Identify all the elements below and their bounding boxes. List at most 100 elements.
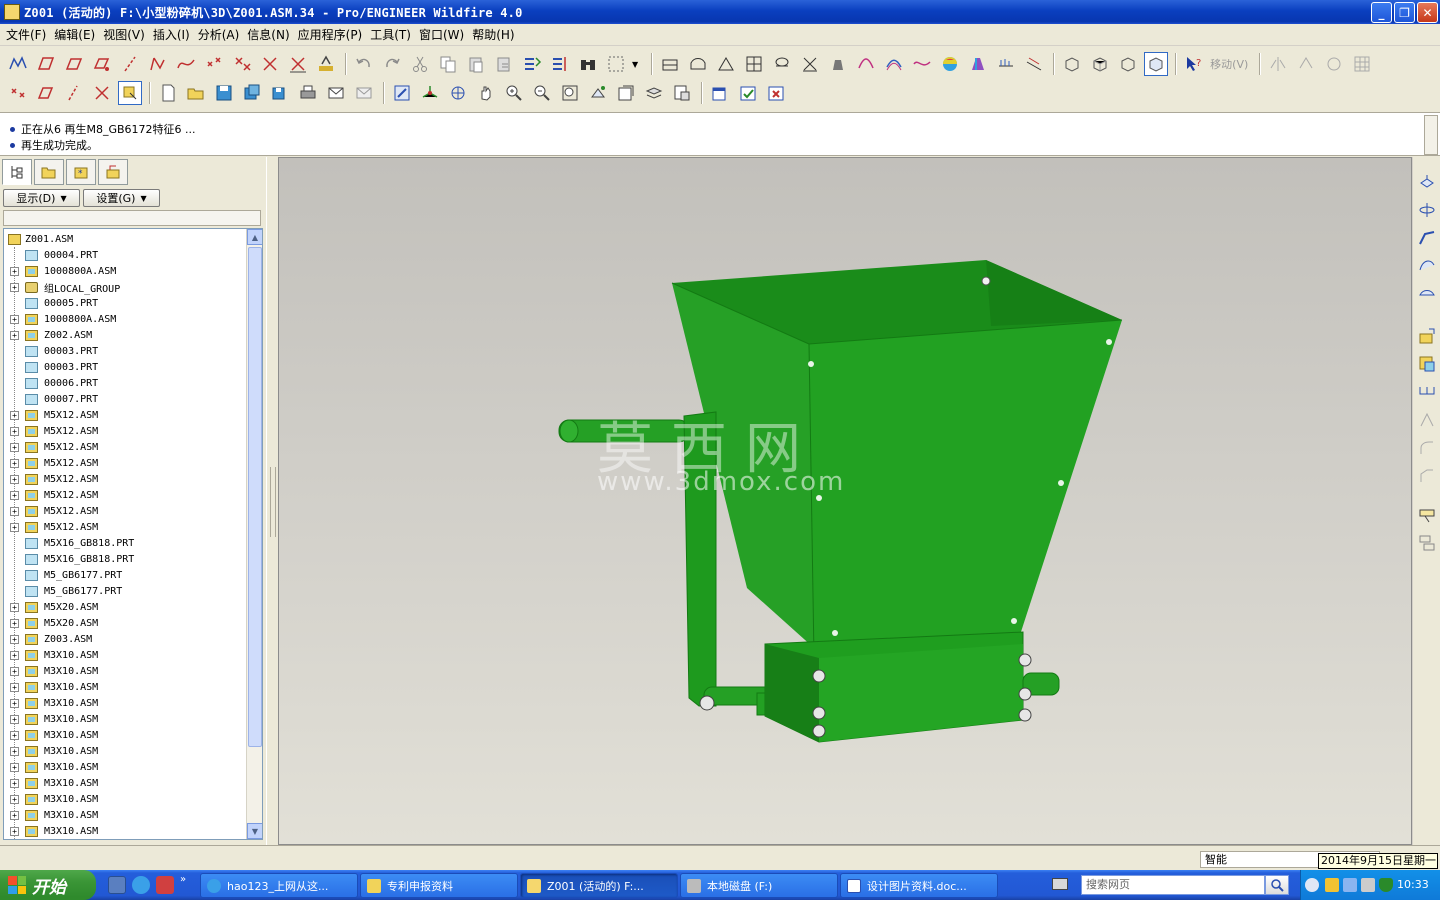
expand-toggle-icon[interactable]: + <box>10 634 19 644</box>
splitter-grip[interactable] <box>270 467 276 537</box>
shell-button[interactable] <box>1416 532 1438 554</box>
tree-item[interactable]: M5X16_GB818.PRT <box>4 551 246 567</box>
task-button-folder[interactable]: 专利申报资料 <box>360 873 518 898</box>
expand-toggle-icon[interactable]: + <box>10 762 19 772</box>
tree-item[interactable]: + Z003.ASM <box>4 631 246 647</box>
expand-toggle-icon[interactable]: + <box>10 426 19 436</box>
restore-button[interactable]: ❐ <box>1394 2 1415 23</box>
tree-item[interactable]: +1000800A.ASM <box>4 311 246 327</box>
expand-toggle-icon[interactable]: + <box>10 714 19 724</box>
tree-item[interactable]: + M5X12.ASM <box>4 439 246 455</box>
qq-icon[interactable] <box>1325 878 1339 892</box>
cut-button[interactable] <box>408 52 432 76</box>
pulverizer-assembly-model[interactable] <box>279 158 1412 845</box>
tree-item[interactable]: +1000800A.ASM <box>4 263 246 279</box>
panel-splitter[interactable] <box>266 157 278 845</box>
mass-props-button[interactable] <box>826 52 850 76</box>
shaded-curvature-button[interactable] <box>938 52 962 76</box>
style-button[interactable] <box>1416 282 1438 304</box>
datum-display-button[interactable] <box>658 52 682 76</box>
axis-tool-button[interactable] <box>118 52 142 76</box>
tree-item[interactable]: M5_GB6177.PRT <box>4 567 246 583</box>
draft-button[interactable] <box>1416 504 1438 526</box>
window-check-button[interactable] <box>736 81 760 105</box>
regen-manager-button[interactable] <box>548 52 572 76</box>
tree-item[interactable]: 00004.PRT <box>4 247 246 263</box>
dihedral-button[interactable] <box>994 52 1018 76</box>
expand-toggle-icon[interactable]: + <box>10 266 19 276</box>
view-shade-button[interactable] <box>714 52 738 76</box>
tree-root-item[interactable]: Z001.ASM <box>4 231 246 247</box>
tree-item[interactable]: +M3X10.ASM <box>4 839 246 840</box>
tree-item[interactable]: +M3X10.ASM <box>4 743 246 759</box>
spin-center-button[interactable] <box>418 81 442 105</box>
sketch-tool-button[interactable] <box>6 52 30 76</box>
tree-item[interactable]: + M5X20.ASM <box>4 599 246 615</box>
tree-item[interactable]: M5_GB6177.PRT <box>4 583 246 599</box>
menu-file[interactable]: 文件(F) <box>4 26 52 43</box>
expand-toggle-icon[interactable]: + <box>10 442 19 452</box>
expand-toggle-icon[interactable]: + <box>10 282 19 292</box>
backup-button[interactable] <box>268 81 292 105</box>
expand-toggle-icon[interactable]: + <box>10 826 19 836</box>
tree-item[interactable]: +M3X10.ASM <box>4 727 246 743</box>
blend-button[interactable] <box>1416 254 1438 276</box>
round-button[interactable] <box>1416 437 1438 459</box>
tree-item[interactable]: +M3X10.ASM <box>4 775 246 791</box>
tab-model-tree[interactable] <box>2 159 32 185</box>
component-add-button[interactable] <box>1416 325 1438 347</box>
reorient-button[interactable] <box>586 81 610 105</box>
annotation-tool-button[interactable] <box>314 52 338 76</box>
extrude-button[interactable] <box>1416 172 1438 194</box>
tree-item[interactable]: + M5X12.ASM <box>4 471 246 487</box>
task-button-proe[interactable]: Z001 (活动的) F:... <box>520 873 678 898</box>
merge-button[interactable] <box>1294 52 1318 76</box>
expand-toggle-icon[interactable]: + <box>10 778 19 788</box>
pan-button[interactable] <box>474 81 498 105</box>
clock[interactable]: 10:33 <box>1397 878 1429 891</box>
hole-button[interactable] <box>1416 409 1438 431</box>
expand-toggle-icon[interactable]: + <box>10 794 19 804</box>
tree-item[interactable]: M5X16_GB818.PRT <box>4 535 246 551</box>
view-surface-button[interactable] <box>686 52 710 76</box>
graphics-viewport[interactable]: 莫西网 www.3dmox.com <box>278 157 1412 845</box>
curvature-button[interactable] <box>854 52 878 76</box>
view-hidden-button[interactable] <box>1088 52 1112 76</box>
view-no-hidden-button[interactable] <box>1116 52 1140 76</box>
find-button[interactable] <box>576 52 600 76</box>
csys-tool-button[interactable] <box>230 52 254 76</box>
expand-toggle-icon[interactable]: + <box>10 522 19 532</box>
tree-item[interactable]: + M5X20.ASM <box>4 615 246 631</box>
select-box-button[interactable] <box>604 52 628 76</box>
offset-plane-button[interactable] <box>90 52 114 76</box>
tree-item[interactable]: + M5X12.ASM <box>4 423 246 439</box>
expand-toggle-icon[interactable]: + <box>10 730 19 740</box>
tray-app-icon[interactable] <box>1343 878 1357 892</box>
expand-toggle-icon[interactable]: + <box>10 746 19 756</box>
expand-toggle-icon[interactable]: + <box>10 602 19 612</box>
curve-tool-button[interactable] <box>146 52 170 76</box>
curve2-tool-button[interactable] <box>174 52 198 76</box>
zoom-in-button[interactable] <box>502 81 526 105</box>
csys2-tool-button[interactable] <box>258 52 282 76</box>
undo-button[interactable] <box>352 52 376 76</box>
expand-toggle-icon[interactable]: + <box>10 650 19 660</box>
tree-item[interactable]: + M5X12.ASM <box>4 407 246 423</box>
settings-dropdown-button[interactable]: 设置(G) ▼ <box>83 189 160 207</box>
window-close-button[interactable] <box>764 81 788 105</box>
paste-button[interactable] <box>464 52 488 76</box>
ie-browser-icon[interactable] <box>132 876 150 894</box>
regenerate-button[interactable] <box>520 52 544 76</box>
view-section-button[interactable] <box>770 52 794 76</box>
save-button[interactable] <box>212 81 236 105</box>
point-tool-button[interactable] <box>202 52 226 76</box>
expand-toggle-icon[interactable]: + <box>10 506 19 516</box>
task-button-browser[interactable]: hao123_上网从这... <box>200 873 358 898</box>
view-standard-button[interactable] <box>1060 52 1084 76</box>
select-plane-button[interactable] <box>34 81 58 105</box>
expand-toggle-icon[interactable]: + <box>10 810 19 820</box>
plane-tool-button[interactable] <box>34 52 58 76</box>
select-dropdown-arrow[interactable]: ▼ <box>632 60 638 69</box>
volume-icon[interactable] <box>1361 878 1375 892</box>
view-manager-button[interactable] <box>670 81 694 105</box>
